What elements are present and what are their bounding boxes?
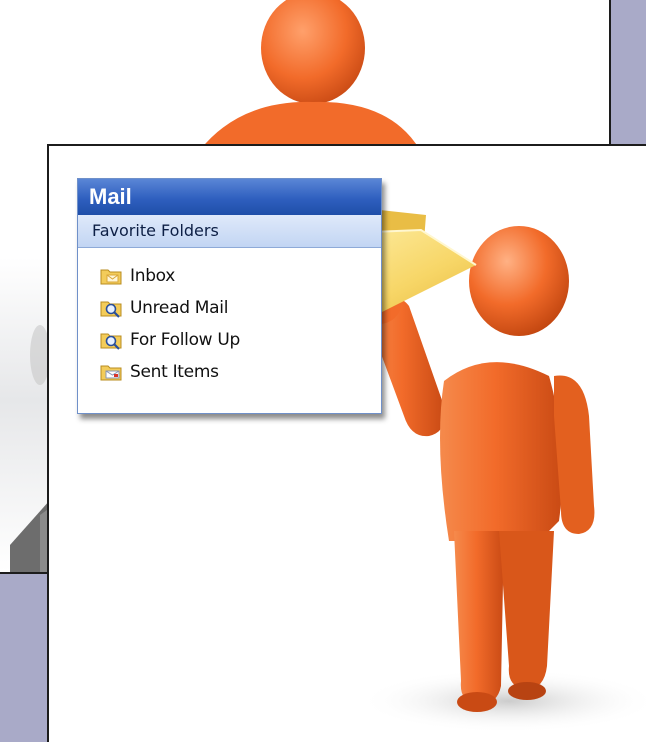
mail-navigation-pane: Mail Favorite Folders Inbox Unread Mail … — [77, 178, 382, 414]
folder-label-sent-items: Sent Items — [130, 362, 219, 382]
folder-label-unread-mail: Unread Mail — [130, 298, 229, 318]
folder-label-for-follow-up: For Follow Up — [130, 330, 241, 350]
folder-item-sent-items[interactable]: Sent Items — [100, 356, 381, 388]
inbox-folder-icon — [100, 266, 122, 286]
sent-items-folder-icon — [100, 362, 122, 382]
foreground-slide: Mail Favorite Folders Inbox Unread Mail … — [47, 144, 646, 742]
favorite-folders-header[interactable]: Favorite Folders — [78, 215, 381, 248]
folder-item-unread-mail[interactable]: Unread Mail — [100, 292, 381, 324]
folder-item-inbox[interactable]: Inbox — [100, 260, 381, 292]
search-folder-icon — [100, 298, 122, 318]
search-folder-icon — [100, 330, 122, 350]
mail-pane-title: Mail — [78, 179, 381, 215]
folder-item-for-follow-up[interactable]: For Follow Up — [100, 324, 381, 356]
folder-label-inbox: Inbox — [130, 266, 176, 286]
favorite-folder-list: Inbox Unread Mail For Follow Up Sent Ite… — [78, 248, 381, 388]
